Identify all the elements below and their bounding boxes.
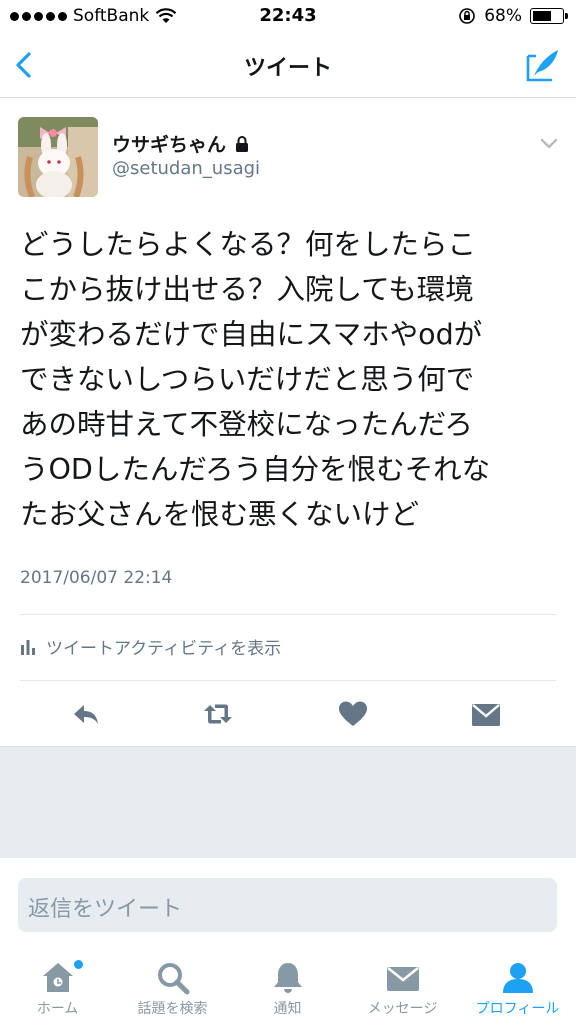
display-name[interactable]: ウサギちゃん bbox=[112, 130, 226, 157]
status-bar: SoftBank 22:43 68% bbox=[0, 0, 576, 34]
home-icon bbox=[42, 963, 73, 992]
tweet-activity-link[interactable]: ツイートアクティビティを表示 bbox=[20, 634, 281, 659]
divider bbox=[20, 680, 556, 681]
tab-home[interactable]: ホーム bbox=[0, 946, 115, 1024]
status-bar-right: 68% bbox=[458, 6, 568, 26]
divider bbox=[20, 614, 556, 615]
battery-icon bbox=[530, 8, 568, 24]
tab-search[interactable]: 話題を検索 bbox=[115, 946, 230, 1024]
notification-badge bbox=[74, 960, 83, 969]
battery-percent: 68% bbox=[484, 6, 522, 26]
navigation-bar: ツイート bbox=[0, 34, 576, 98]
tab-bar: ホーム 話題を検索 通知 メッセージ プロフィール bbox=[0, 946, 576, 1024]
tab-label: メッセージ bbox=[367, 1001, 438, 1017]
reply-icon[interactable] bbox=[70, 698, 102, 730]
author-name-row[interactable]: ウサギちゃん bbox=[112, 130, 250, 157]
search-icon bbox=[157, 963, 189, 995]
tweet-text: どうしたらよくなる？何をしたらこ こから抜け出せる？入院しても環境 が変わるだけ… bbox=[20, 228, 491, 531]
chevron-down-icon[interactable] bbox=[538, 134, 560, 152]
tab-messages[interactable]: メッセージ bbox=[345, 946, 460, 1024]
page-title: ツイート bbox=[243, 56, 332, 81]
bell-icon bbox=[273, 963, 302, 993]
bar-chart-icon bbox=[21, 639, 35, 655]
tweet-action-bar bbox=[0, 690, 576, 738]
tab-label: ホーム bbox=[36, 1001, 79, 1017]
tab-label: 話題を検索 bbox=[137, 1001, 208, 1017]
tweet-timestamp: 2017/06/07 22:14 bbox=[20, 568, 173, 588]
direct-message-icon[interactable] bbox=[470, 698, 502, 730]
compose-tweet-icon[interactable] bbox=[524, 46, 562, 84]
avatar[interactable] bbox=[18, 117, 98, 197]
like-icon[interactable] bbox=[337, 698, 369, 730]
tab-label: 通知 bbox=[273, 1001, 302, 1017]
tab-label: プロフィール bbox=[475, 1001, 560, 1017]
user-handle[interactable]: @setudan_usagi bbox=[112, 158, 260, 179]
tweet-activity-label[interactable]: ツイートアクティビティを表示 bbox=[46, 634, 281, 659]
profile-icon bbox=[502, 963, 533, 993]
replies-area bbox=[0, 746, 576, 858]
battery-fill bbox=[533, 11, 551, 21]
lock-icon bbox=[236, 135, 249, 152]
orientation-lock-icon bbox=[459, 8, 476, 24]
tab-notifications[interactable]: 通知 bbox=[230, 946, 345, 1024]
tab-profile[interactable]: プロフィール bbox=[460, 946, 575, 1024]
envelope-icon bbox=[386, 966, 419, 991]
reply-input[interactable]: 返信をツイート bbox=[18, 878, 557, 932]
retweet-icon[interactable] bbox=[202, 698, 234, 730]
